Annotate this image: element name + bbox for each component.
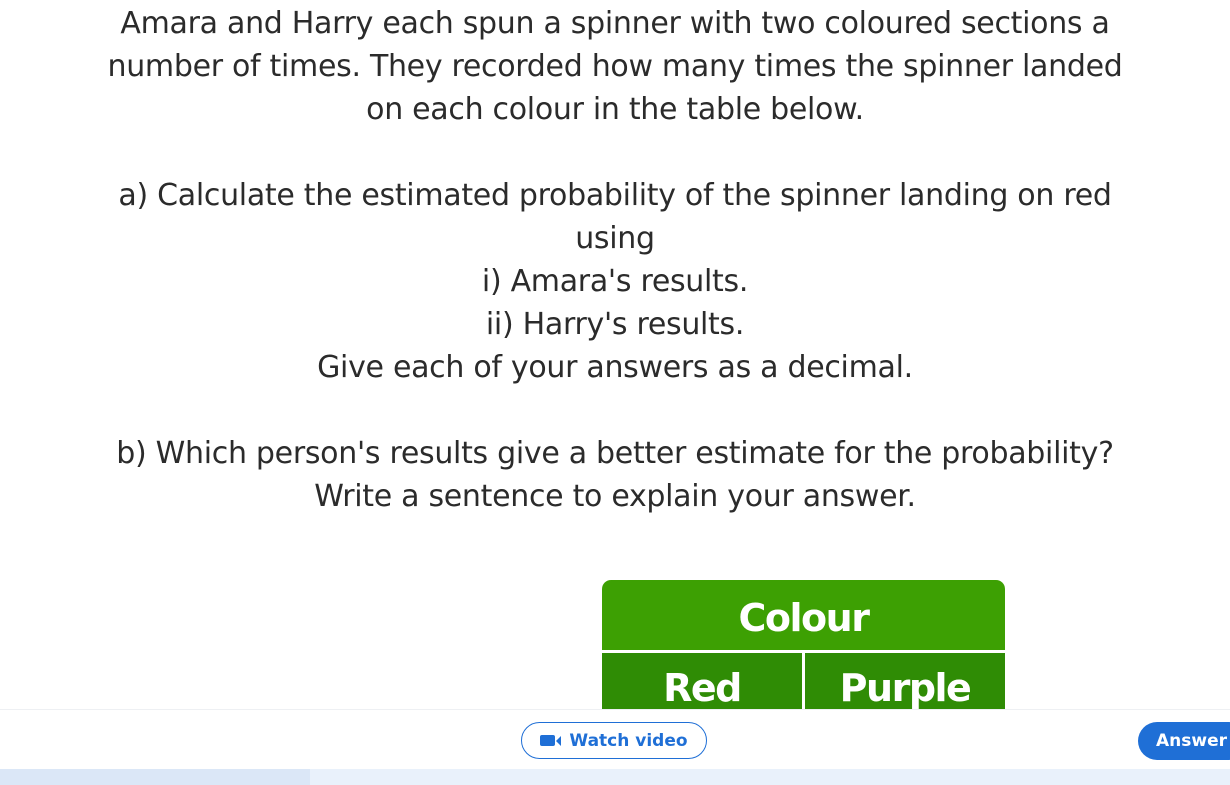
bottom-strip-accent	[0, 769, 310, 785]
bottom-strip	[0, 769, 1230, 785]
intro-line: on each colour in the table below.	[366, 92, 864, 127]
results-table: Colour Red Purple	[602, 580, 1005, 720]
question-part-b: b) Which person's results give a better …	[0, 432, 1230, 518]
part-a-line: using	[575, 221, 655, 256]
intro-line: number of times. They recorded how many …	[107, 49, 1123, 84]
question-part-a: a) Calculate the estimated probability o…	[0, 174, 1230, 389]
answer-button[interactable]: Answer	[1138, 722, 1230, 760]
part-b-line: Write a sentence to explain your answer.	[314, 479, 916, 514]
part-a-line: i) Amara's results.	[481, 264, 749, 299]
part-a-line: Give each of your answers as a decimal.	[317, 350, 913, 385]
question-intro: Amara and Harry each spun a spinner with…	[0, 0, 1230, 131]
video-camera-icon	[540, 735, 562, 746]
watch-video-button[interactable]: Watch video	[521, 722, 707, 759]
part-b-line: b) Which person's results give a better …	[116, 436, 1114, 471]
part-a-line: a) Calculate the estimated probability o…	[118, 178, 1112, 213]
part-a-line: ii) Harry's results.	[485, 307, 745, 342]
intro-line: Amara and Harry each spun a spinner with…	[120, 6, 1110, 41]
watch-video-label: Watch video	[569, 730, 688, 751]
footer-bar: Watch video Answer	[0, 709, 1230, 770]
table-header-colour: Colour	[602, 580, 1005, 650]
